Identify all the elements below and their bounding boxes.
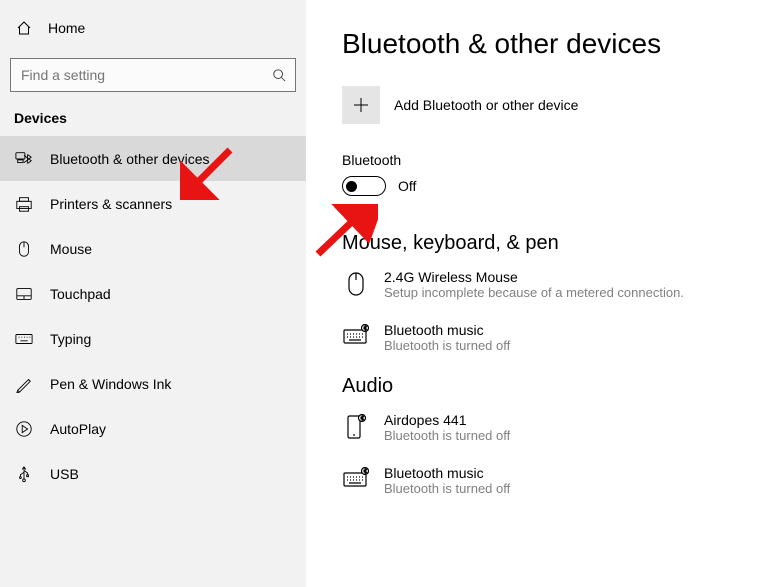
toggle-knob (346, 181, 357, 192)
main-content: Bluetooth & other devices Add Bluetooth … (306, 0, 784, 587)
printer-icon (14, 195, 34, 213)
group-title: Mouse, keyboard, & pen (342, 232, 784, 255)
plus-icon (342, 86, 380, 124)
sidebar-item-autoplay[interactable]: AutoPlay (0, 406, 306, 451)
autoplay-icon (14, 420, 34, 438)
page-title: Bluetooth & other devices (342, 28, 784, 60)
keyboard-bt-icon (342, 465, 370, 496)
device-name: 2.4G Wireless Mouse (384, 269, 684, 285)
usb-icon (14, 465, 34, 483)
device-row[interactable]: Bluetooth music Bluetooth is turned off (342, 322, 784, 353)
sidebar-item-mouse[interactable]: Mouse (0, 226, 306, 271)
section-title: Devices (0, 92, 306, 136)
device-name: Bluetooth music (384, 322, 510, 338)
bluetooth-devices-icon (14, 150, 34, 168)
sidebar-item-label: Typing (50, 331, 91, 347)
sidebar-item-label: USB (50, 466, 79, 482)
keyboard-bt-icon (342, 322, 370, 353)
search-input[interactable] (19, 66, 271, 84)
sidebar-item-bluetooth[interactable]: Bluetooth & other devices (0, 136, 306, 181)
device-row[interactable]: 2.4G Wireless Mouse Setup incomplete bec… (342, 269, 784, 300)
search-box[interactable] (10, 58, 296, 92)
sidebar-item-label: Bluetooth & other devices (50, 151, 210, 167)
device-row[interactable]: Airdopes 441 Bluetooth is turned off (342, 412, 784, 443)
sidebar-item-pen[interactable]: Pen & Windows Ink (0, 361, 306, 406)
device-name: Airdopes 441 (384, 412, 510, 428)
sidebar: Home Devices Bluetooth & other devices P… (0, 0, 306, 587)
sidebar-item-label: Pen & Windows Ink (50, 376, 171, 392)
device-sub: Bluetooth is turned off (384, 481, 510, 496)
keyboard-icon (14, 330, 34, 348)
bluetooth-label: Bluetooth (342, 152, 784, 168)
sidebar-item-label: Printers & scanners (50, 196, 172, 212)
sidebar-item-touchpad[interactable]: Touchpad (0, 271, 306, 316)
sidebar-item-label: AutoPlay (50, 421, 106, 437)
search-icon (271, 68, 287, 82)
group-title: Audio (342, 375, 784, 398)
sidebar-item-usb[interactable]: USB (0, 451, 306, 496)
device-sub: Bluetooth is turned off (384, 338, 510, 353)
pen-icon (14, 375, 34, 393)
home-label: Home (48, 20, 85, 36)
sidebar-item-printers[interactable]: Printers & scanners (0, 181, 306, 226)
device-row[interactable]: Bluetooth music Bluetooth is turned off (342, 465, 784, 496)
bluetooth-state: Off (398, 178, 416, 194)
add-device-button[interactable]: Add Bluetooth or other device (342, 86, 784, 124)
mouse-icon (14, 240, 34, 258)
phone-bt-icon (342, 412, 370, 443)
sidebar-item-typing[interactable]: Typing (0, 316, 306, 361)
home-button[interactable]: Home (0, 10, 306, 46)
touchpad-icon (14, 285, 34, 303)
mouse-icon (342, 269, 370, 300)
device-sub: Bluetooth is turned off (384, 428, 510, 443)
sidebar-item-label: Touchpad (50, 286, 111, 302)
bluetooth-toggle[interactable] (342, 176, 386, 196)
add-device-label: Add Bluetooth or other device (394, 97, 578, 113)
home-icon (14, 20, 34, 36)
device-sub: Setup incomplete because of a metered co… (384, 285, 684, 300)
sidebar-item-label: Mouse (50, 241, 92, 257)
device-name: Bluetooth music (384, 465, 510, 481)
